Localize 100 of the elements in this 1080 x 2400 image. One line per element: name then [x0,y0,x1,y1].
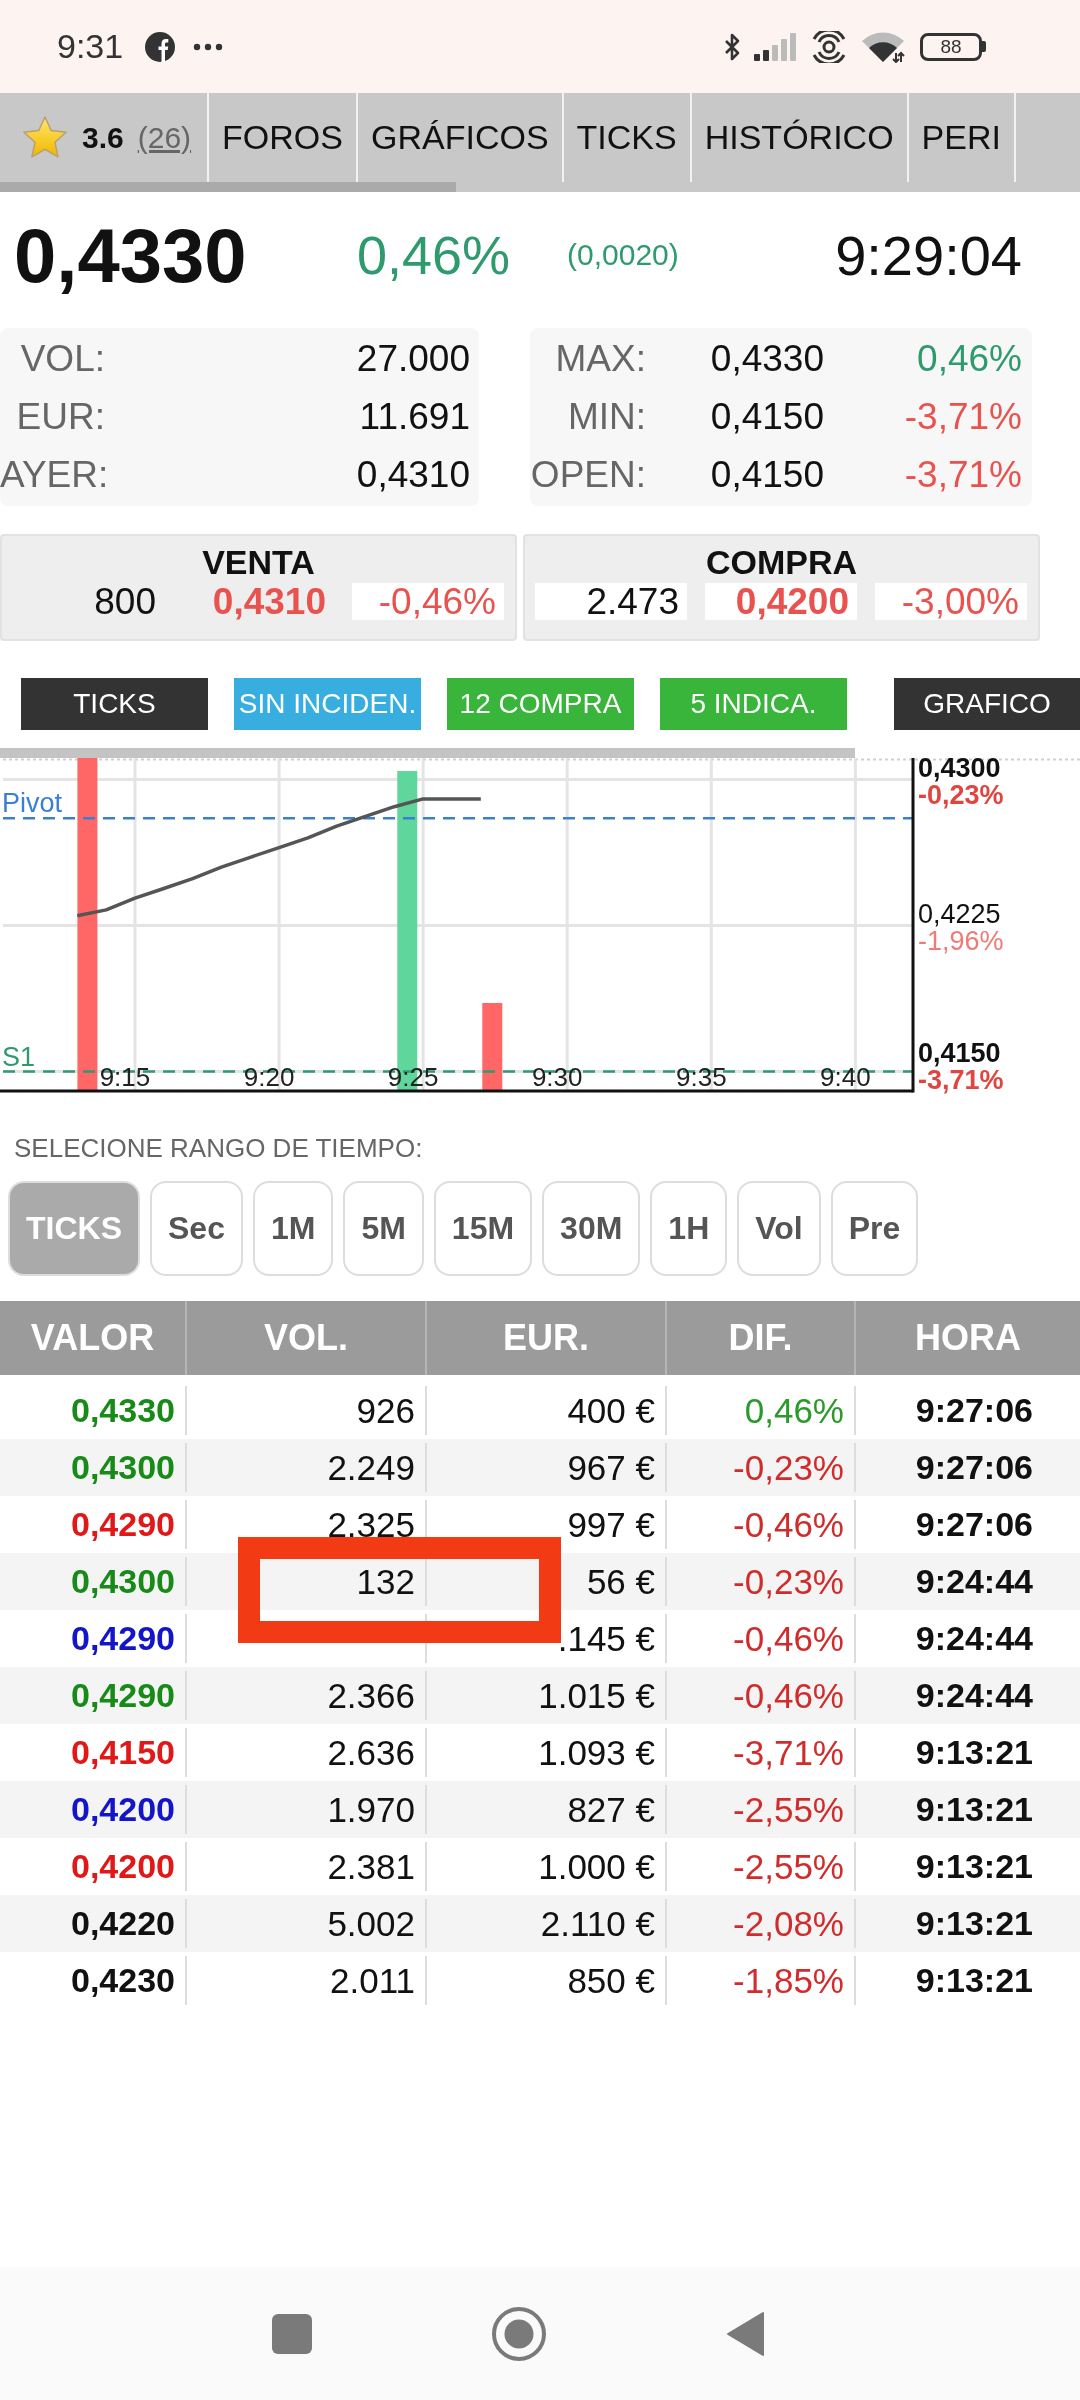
rating-value: 3.6 [82,120,124,155]
price-cell: 0,4290 [0,1500,187,1549]
section-label: SELECIONE RANGO DE TIEMPO: [14,1132,423,1165]
price-change-percent: 0,46% [357,224,512,286]
amount-cell: 827 € [427,1785,667,1834]
volume-cell: 2.325 [187,1500,427,1549]
wifi-icon [860,30,906,63]
more-dots-icon [193,42,224,51]
tab[interactable]: TICKS [563,93,692,182]
stat-label: AYER: [0,453,105,497]
x-tick-label: 9:30 [531,1062,583,1092]
amount-cell: 56 € [427,1557,667,1606]
price-cell: 0,4300 [0,1557,187,1606]
tab[interactable]: PERI [908,93,1016,182]
stat-change: 0,46% [916,337,1023,381]
change-cell: 0,46% [667,1386,856,1435]
stat-label: MAX: [554,337,646,381]
time-cell-text: 9:13:21 [914,1846,1034,1887]
y-tick-label: 0,4300 [918,758,1001,784]
order-quantity: 800 [93,583,157,620]
amount-cell: 400 € [427,1386,667,1435]
home-icon[interactable] [491,2306,546,2361]
order-price: 0,4310 [211,583,327,620]
range-button[interactable]: 1H [650,1181,728,1276]
order-quantity: 2.473 [535,583,687,620]
range-button[interactable]: 15M [433,1181,533,1276]
stat-change: -3,71% [903,395,1023,439]
amount-cell: 967 € [427,1443,667,1492]
time-cell-text: 9:13:21 [914,1960,1034,2001]
change-cell: -0,23% [667,1557,856,1606]
bluetooth-icon [724,31,740,62]
stat-label: OPEN: [530,453,646,497]
back-icon[interactable] [726,2310,765,2357]
facebook-icon [145,31,176,62]
x-tick-label: 9:35 [676,1062,727,1092]
quote-time: 9:29:04 [835,222,1022,288]
amount-cell: .145 € [427,1614,667,1663]
amount-cell: 2.110 € [427,1899,667,1948]
stat-label: VOL: [19,337,105,381]
last-price: 0,4330 [14,211,248,299]
change-cell: -0,46% [667,1614,856,1663]
square-icon[interactable] [271,2313,312,2354]
order-title: VENTA [202,542,315,582]
level-label: Pivot [2,788,63,819]
stat-label: EUR: [15,395,105,439]
time-cell-text: 9:24:44 [914,1618,1034,1659]
volume-cell: 2.366 [187,1671,427,1720]
indicator-button[interactable]: TICKS [21,678,208,730]
change-cell: -0,46% [667,1671,856,1720]
time-cell-text: 9:13:21 [914,1903,1034,1944]
amount-cell: 1.000 € [427,1842,667,1891]
level-label: S1 [2,1041,36,1072]
change-cell: -0,23% [667,1443,856,1492]
signal-icon [754,32,798,61]
range-button[interactable]: 5M [343,1181,424,1276]
range-button[interactable]: 1M [252,1181,334,1276]
volume-cell: 926 [187,1386,427,1435]
price-cell: 0,4220 [0,1899,187,1948]
stat-value: 0,4150 [709,453,825,497]
range-button[interactable]: 30M [542,1181,641,1276]
stat-value: 0,4330 [709,337,825,381]
volume-cell: 2.011 [187,1956,427,2005]
change-cell: -2,55% [667,1785,856,1834]
volume-cell: 132 [187,1557,427,1606]
time-cell-text: 9:13:21 [914,1789,1034,1830]
stat-label: MIN: [566,395,646,439]
stat-value: 11.691 [358,395,471,439]
time-cell-text: 9:24:44 [914,1675,1034,1716]
change-cell: -3,71% [667,1728,856,1777]
stat-value: 27.000 [355,337,471,381]
order-title: COMPRA [705,542,858,582]
range-button[interactable]: Vol [737,1181,821,1276]
price-change-amount: (0,0020) [567,238,679,272]
volume-cell: 2.636 [187,1728,427,1777]
price-cell: 0,4290 [0,1614,187,1663]
price-cell: 0,4150 [0,1728,187,1777]
range-button[interactable]: Pre [830,1181,919,1276]
stat-value: 0,4150 [709,395,825,439]
volume-cell: 1.970 [187,1785,427,1834]
stat-change: -3,71% [903,453,1023,497]
price-cell: 0,4200 [0,1785,187,1834]
range-button[interactable]: Sec [150,1181,243,1276]
volume-cell: 5.002 [187,1899,427,1948]
amount-cell: 1.093 € [427,1728,667,1777]
price-cell: 0,4300 [0,1443,187,1492]
time-cell-text: 9:27:06 [914,1390,1034,1431]
price-cell: 0,4290 [0,1671,187,1720]
amount-cell: 850 € [427,1956,667,2005]
volume-cell: 2.381 [187,1842,427,1891]
order-change: -0,46% [352,583,504,620]
time-cell-text: 9:27:06 [914,1504,1034,1545]
change-cell: -2,55% [667,1842,856,1891]
order-price: 0,4200 [705,583,857,620]
change-cell: -1,85% [667,1956,856,2005]
volume-cell: 2.249 [187,1443,427,1492]
price-cell: 0,4200 [0,1842,187,1891]
amount-cell: 1.015 € [427,1671,667,1720]
tab[interactable]: HISTÓRICO [691,93,909,182]
amount-cell: 997 € [427,1500,667,1549]
indicator-button[interactable]: GRAFICO [894,678,1080,730]
